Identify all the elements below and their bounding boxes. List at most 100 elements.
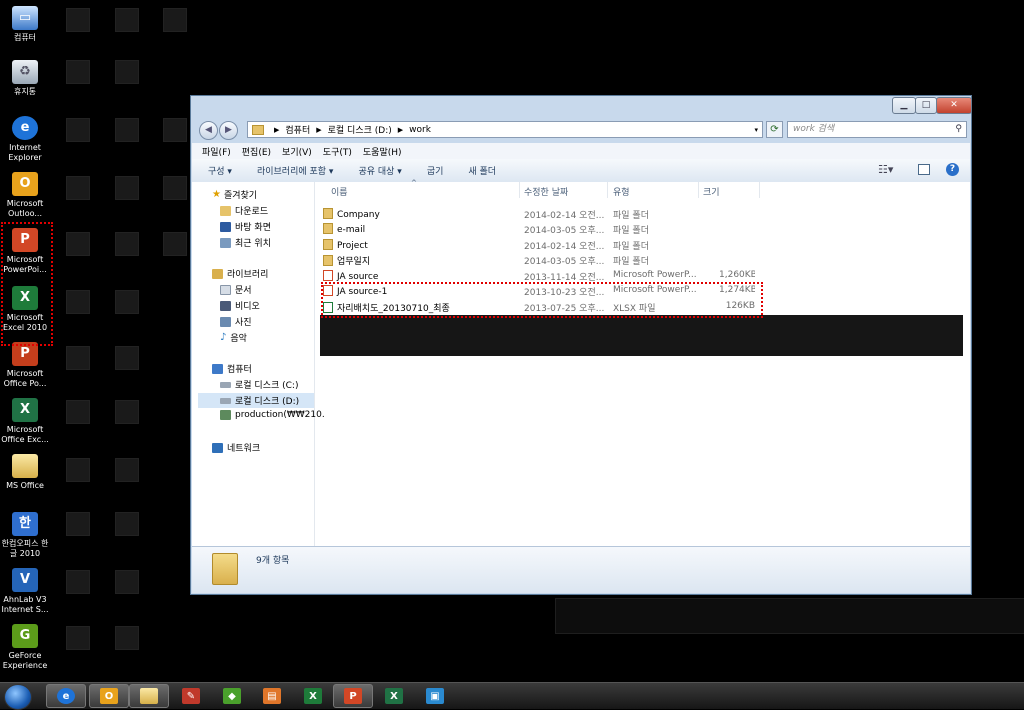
desktop-icon-geforce-experience[interactable]: G GeForce Experience bbox=[0, 624, 50, 671]
dropdown-arrow-icon[interactable]: ▾ bbox=[754, 126, 758, 134]
taskbar-internet-explorer[interactable]: e bbox=[46, 684, 86, 708]
start-button[interactable] bbox=[4, 684, 32, 710]
organize-button[interactable]: 구성 ▾ bbox=[208, 164, 232, 177]
breadcrumb-work[interactable]: work bbox=[409, 125, 431, 135]
preview-pane-icon[interactable] bbox=[918, 164, 930, 175]
nav-pictures[interactable]: 사진 bbox=[220, 315, 252, 328]
taskbar-powerpoint[interactable]: P bbox=[333, 684, 373, 708]
back-button[interactable]: ◀ bbox=[199, 121, 218, 140]
burn-button[interactable]: 굽기 bbox=[427, 164, 444, 177]
file-row[interactable]: 업무일지 2014-03-05 오후... 파일 폴더 bbox=[323, 252, 970, 267]
file-row[interactable]: e-mail 2014-03-05 오후... 파일 폴더 bbox=[323, 221, 970, 236]
taskbar-explorer[interactable] bbox=[129, 684, 169, 708]
refresh-button[interactable]: ⟳ bbox=[766, 121, 783, 138]
nav-label: 로컬 디스크 (D:) bbox=[235, 397, 300, 407]
file-list: 이름 ^ 수정한 날짜 유형 크기 Company 2014-02-14 오전.… bbox=[315, 179, 970, 546]
nav-desktop[interactable]: 바탕 화면 bbox=[220, 220, 271, 233]
new-folder-button[interactable]: 새 폴더 bbox=[468, 164, 496, 177]
file-row[interactable]: JA source 2013-11-14 오전... Microsoft Pow… bbox=[323, 268, 970, 283]
nav-music[interactable]: ♪ 음악 bbox=[220, 331, 247, 344]
menu-file[interactable]: 파일(F) bbox=[202, 145, 231, 158]
nav-favorites[interactable]: ★ 즐겨찾기 bbox=[212, 188, 257, 201]
nav-network-drive[interactable]: production(₩₩210. bbox=[220, 410, 325, 420]
column-header-size[interactable]: 크기 bbox=[703, 185, 720, 198]
file-row[interactable]: Project 2014-02-14 오전... 파일 폴더 bbox=[323, 237, 970, 252]
content-area: ★ 즐겨찾기 다운로드 바탕 화면 최근 위치 라이브러리 문서 비디오 사진 … bbox=[192, 179, 970, 546]
search-icon[interactable]: ⚲ bbox=[955, 122, 962, 137]
nav-videos[interactable]: 비디오 bbox=[220, 299, 260, 312]
breadcrumb-computer[interactable]: 컴퓨터 bbox=[285, 123, 310, 136]
desktop-icon-label: AhnLab V3 Internet S... bbox=[1, 595, 49, 614]
desktop-icon-computer[interactable]: ▭ 컴퓨터 bbox=[0, 6, 50, 43]
taskbar-app[interactable]: ◆ bbox=[212, 684, 252, 708]
desktop-ghost-icon bbox=[163, 176, 187, 200]
help-icon[interactable]: ? bbox=[946, 163, 959, 176]
file-type: 파일 폴더 bbox=[613, 242, 649, 252]
nav-drive-c[interactable]: 로컬 디스크 (C:) bbox=[220, 378, 298, 391]
menu-view[interactable]: 보기(V) bbox=[282, 145, 312, 158]
desktop-icon-outlook[interactable]: O Microsoft Outloo... bbox=[0, 172, 50, 219]
nav-libraries[interactable]: 라이브러리 bbox=[212, 267, 268, 280]
nav-computer[interactable]: 컴퓨터 bbox=[212, 362, 252, 375]
recent-places-icon bbox=[220, 237, 231, 248]
nav-downloads[interactable]: 다운로드 bbox=[220, 204, 268, 217]
include-in-library-button[interactable]: 라이브러리에 포함 ▾ bbox=[257, 164, 333, 177]
desktop-icon-internet-explorer[interactable]: e Internet Explorer bbox=[0, 116, 50, 163]
share-with-button[interactable]: 공유 대상 ▾ bbox=[358, 164, 401, 177]
file-highlight-box bbox=[321, 282, 763, 318]
recycle-bin-icon: ♻ bbox=[12, 60, 38, 84]
desktop-icon-label: Microsoft Office Exc... bbox=[1, 425, 49, 444]
nav-drive-d[interactable]: 로컬 디스크 (D:) bbox=[198, 393, 314, 408]
close-button[interactable]: ✕ bbox=[936, 97, 972, 114]
desktop-icon-ahnlab-v3[interactable]: V AhnLab V3 Internet S... bbox=[0, 568, 50, 615]
desktop-ghost-icon bbox=[66, 118, 90, 142]
taskbar-app[interactable]: ✎ bbox=[171, 684, 211, 708]
desktop-ghost-icon bbox=[115, 290, 139, 314]
address-bar[interactable]: ▶ 컴퓨터 ▶ 로컬 디스크 (D:) ▶ work ▾ bbox=[247, 121, 763, 138]
menu-tools[interactable]: 도구(T) bbox=[323, 145, 352, 158]
menu-edit[interactable]: 편집(E) bbox=[242, 145, 271, 158]
desktop-ghost-icon bbox=[115, 400, 139, 424]
nav-recent-places[interactable]: 최근 위치 bbox=[220, 236, 271, 249]
column-header-type[interactable]: 유형 bbox=[613, 185, 630, 198]
desktop-icon-office-excel[interactable]: X Microsoft Office Exc... bbox=[0, 398, 50, 445]
breadcrumb-drive-d[interactable]: 로컬 디스크 (D:) bbox=[328, 123, 392, 136]
file-type: Microsoft PowerP... bbox=[613, 270, 697, 280]
view-options-icon[interactable]: ☷▾ bbox=[878, 163, 893, 176]
taskbar-app[interactable]: ▣ bbox=[415, 684, 455, 708]
pictures-icon bbox=[220, 316, 231, 327]
nav-documents[interactable]: 문서 bbox=[220, 283, 252, 296]
nav-network[interactable]: 네트워크 bbox=[212, 441, 260, 454]
file-row[interactable]: Company 2014-02-14 오전... 파일 폴더 bbox=[323, 206, 970, 221]
desktop-icon-hancom-office[interactable]: 한 한컴오피스 한글 2010 bbox=[0, 512, 50, 559]
app-icon: ✎ bbox=[182, 688, 200, 704]
desktop-icon-recycle-bin[interactable]: ♻ 휴지통 bbox=[0, 60, 50, 97]
minimize-button[interactable]: ▁ bbox=[892, 97, 916, 114]
column-header-name[interactable]: 이름 bbox=[331, 185, 348, 198]
desktop-ghost-icon bbox=[115, 118, 139, 142]
geforce-icon: G bbox=[12, 624, 38, 648]
desktop-icon-label: 휴지통 bbox=[13, 87, 37, 96]
desktop-icon-office-powerpoint[interactable]: P Microsoft Office Po... bbox=[0, 342, 50, 389]
downloads-icon bbox=[220, 205, 231, 216]
virtualbox-icon: ▣ bbox=[426, 688, 444, 704]
forward-button[interactable]: ▶ bbox=[219, 121, 238, 140]
internet-explorer-icon: e bbox=[12, 116, 38, 140]
desktop-icon-ms-office-folder[interactable]: MS Office bbox=[0, 454, 50, 491]
title-bar[interactable]: ▁ □ ✕ bbox=[191, 96, 972, 118]
taskbar-app[interactable]: ▤ bbox=[252, 684, 292, 708]
taskbar-excel[interactable]: X bbox=[374, 684, 414, 708]
navigation-pane: ★ 즐겨찾기 다운로드 바탕 화면 최근 위치 라이브러리 문서 비디오 사진 … bbox=[192, 182, 325, 546]
search-input[interactable]: work 검색 ⚲ bbox=[787, 121, 967, 138]
internet-explorer-icon: e bbox=[57, 688, 75, 704]
breadcrumb-separator-icon: ▶ bbox=[397, 125, 404, 134]
menu-help[interactable]: 도움말(H) bbox=[363, 145, 402, 158]
taskbar-outlook[interactable]: O bbox=[89, 684, 129, 708]
desktop-icon-label: Internet Explorer bbox=[8, 143, 42, 162]
taskbar-excel[interactable]: X bbox=[293, 684, 333, 708]
column-header-date[interactable]: 수정한 날짜 bbox=[524, 185, 568, 198]
breadcrumb-separator-icon: ▶ bbox=[316, 125, 322, 134]
address-row: ◀ ▶ ▶ 컴퓨터 ▶ 로컬 디스크 (D:) ▶ work ▾ ⟳ work … bbox=[191, 118, 971, 142]
desktop-ghost-icon bbox=[66, 512, 90, 536]
maximize-button[interactable]: □ bbox=[915, 97, 937, 114]
